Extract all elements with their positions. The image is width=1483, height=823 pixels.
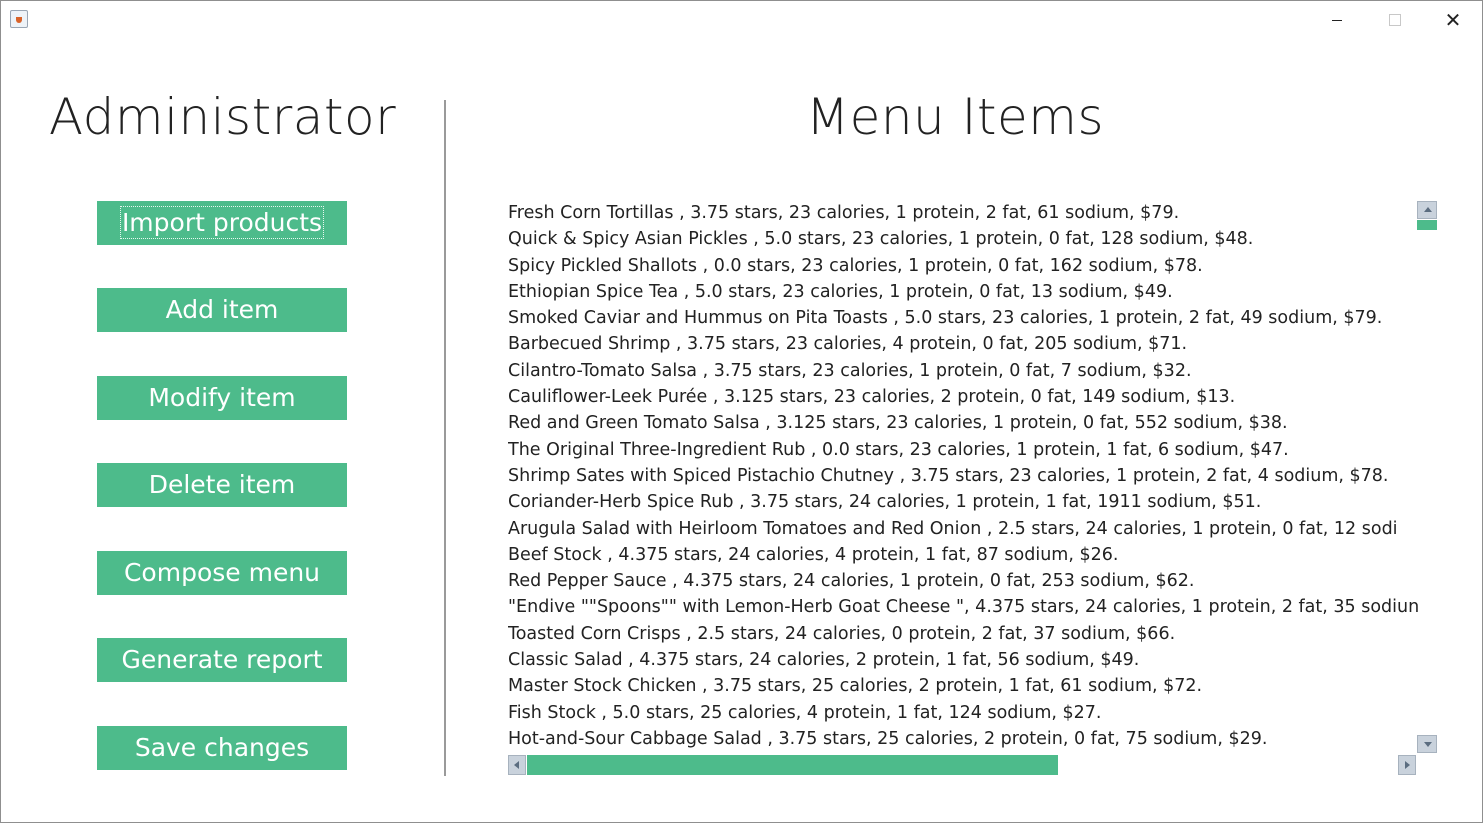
list-item[interactable]: Smoked Caviar and Hummus on Pita Toasts … bbox=[508, 305, 1418, 331]
list-item[interactable]: Quick & Spicy Asian Pickles , 5.0 stars,… bbox=[508, 226, 1418, 252]
import-products-label: Import products bbox=[119, 206, 325, 239]
list-item[interactable]: The Original Three-Ingredient Rub , 0.0 … bbox=[508, 437, 1418, 463]
administrator-heading: Administrator bbox=[48, 88, 397, 146]
menu-items-list[interactable]: Fresh Corn Tortillas , 3.75 stars, 23 ca… bbox=[508, 200, 1418, 753]
scroll-right-arrow-icon[interactable] bbox=[1398, 755, 1416, 775]
list-item[interactable]: "Endive ""Spoons"" with Lemon-Herb Goat … bbox=[508, 594, 1418, 620]
scroll-left-arrow-icon[interactable] bbox=[508, 755, 526, 775]
horizontal-scroll-thumb[interactable] bbox=[527, 755, 1058, 775]
maximize-button[interactable] bbox=[1366, 0, 1424, 40]
list-item[interactable]: Barbecued Shrimp , 3.75 stars, 23 calori… bbox=[508, 331, 1418, 357]
list-item[interactable]: Fish Stock , 5.0 stars, 25 calories, 4 p… bbox=[508, 700, 1418, 726]
list-item[interactable]: Coriander-Herb Spice Rub , 3.75 stars, 2… bbox=[508, 489, 1418, 515]
compose-menu-button[interactable]: Compose menu bbox=[97, 551, 347, 595]
horizontal-scrollbar[interactable] bbox=[508, 755, 1418, 775]
list-item[interactable]: Cilantro-Tomato Salsa , 3.75 stars, 23 c… bbox=[508, 358, 1418, 384]
list-item[interactable]: Ethiopian Spice Tea , 5.0 stars, 23 calo… bbox=[508, 279, 1418, 305]
minimize-button[interactable] bbox=[1308, 0, 1366, 40]
list-item[interactable]: Spicy Pickled Shallots , 0.0 stars, 23 c… bbox=[508, 253, 1418, 279]
list-item[interactable]: Red and Green Tomato Salsa , 3.125 stars… bbox=[508, 410, 1418, 436]
list-item[interactable]: Toasted Corn Crisps , 2.5 stars, 24 calo… bbox=[508, 621, 1418, 647]
list-item[interactable]: Classic Salad , 4.375 stars, 24 calories… bbox=[508, 647, 1418, 673]
generate-report-button[interactable]: Generate report bbox=[97, 638, 347, 682]
scroll-up-arrow-icon[interactable] bbox=[1417, 201, 1437, 219]
delete-item-button[interactable]: Delete item bbox=[97, 463, 347, 507]
add-item-button[interactable]: Add item bbox=[97, 288, 347, 332]
java-cup-icon[interactable] bbox=[10, 10, 28, 28]
vertical-scrollbar[interactable] bbox=[1417, 201, 1437, 753]
modify-item-button[interactable]: Modify item bbox=[97, 376, 347, 420]
vertical-scroll-thumb[interactable] bbox=[1417, 220, 1437, 230]
list-item[interactable]: Cauliflower-Leek Purée , 3.125 stars, 23… bbox=[508, 384, 1418, 410]
list-item[interactable]: Arugula Salad with Heirloom Tomatoes and… bbox=[508, 516, 1418, 542]
list-item[interactable]: Fresh Corn Tortillas , 3.75 stars, 23 ca… bbox=[508, 200, 1418, 226]
menu-items-heading: Menu Items bbox=[805, 88, 1105, 146]
panel-divider bbox=[444, 100, 446, 776]
list-item[interactable]: Hot-and-Sour Cabbage Salad , 3.75 stars,… bbox=[508, 726, 1418, 752]
title-bar: ✕ bbox=[0, 0, 1483, 40]
list-item[interactable]: Red Pepper Sauce , 4.375 stars, 24 calor… bbox=[508, 568, 1418, 594]
list-item[interactable]: Shrimp Sates with Spiced Pistachio Chutn… bbox=[508, 463, 1418, 489]
save-changes-button[interactable]: Save changes bbox=[97, 726, 347, 770]
close-button[interactable]: ✕ bbox=[1424, 0, 1482, 40]
import-products-button[interactable]: Import products bbox=[97, 201, 347, 245]
list-item[interactable]: Beef Stock , 4.375 stars, 24 calories, 4… bbox=[508, 542, 1418, 568]
list-item[interactable]: Master Stock Chicken , 3.75 stars, 25 ca… bbox=[508, 673, 1418, 699]
scroll-down-arrow-icon[interactable] bbox=[1417, 735, 1437, 753]
